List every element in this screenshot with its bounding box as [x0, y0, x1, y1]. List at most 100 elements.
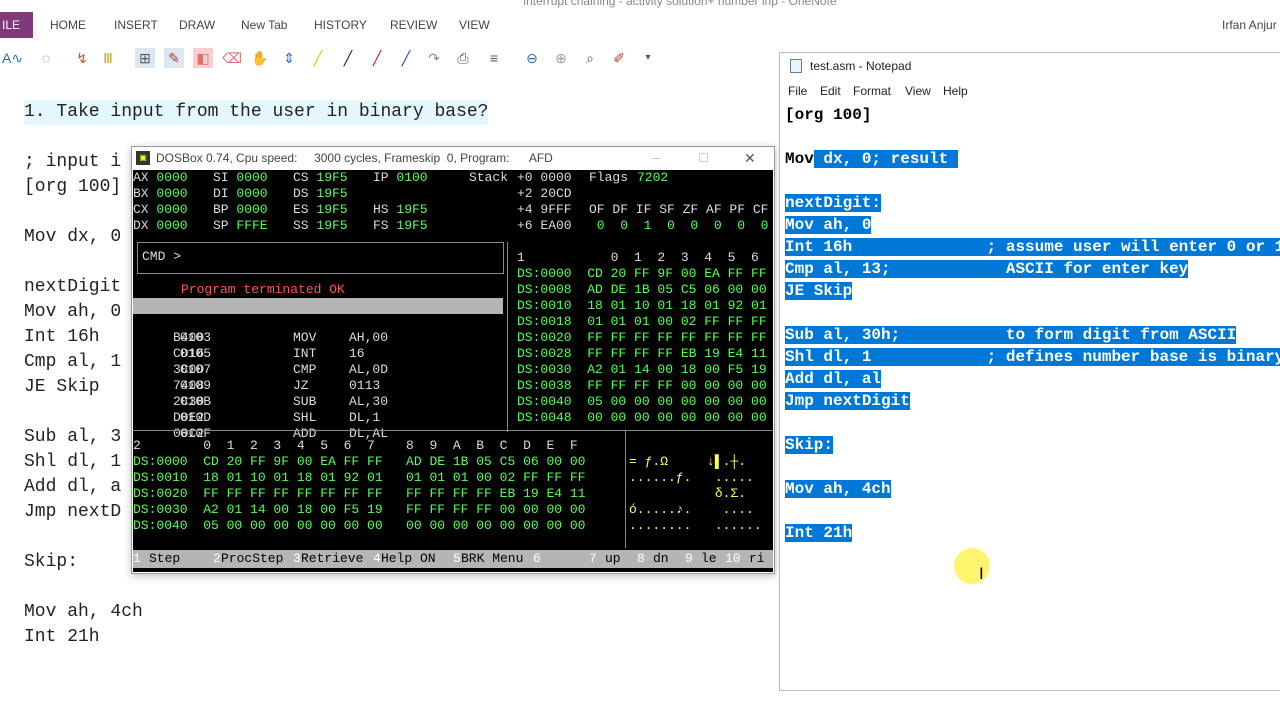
notepad-titlebar[interactable]: test.asm - Notepad [780, 53, 1280, 80]
note-line[interactable]: Mov dx, 0 [24, 225, 121, 250]
disasm-row[interactable]: 0109 7408 JZ 0113 [133, 362, 503, 393]
fkey-help[interactable]: Help ON [381, 551, 436, 566]
tab-insert[interactable]: INSERT [114, 12, 158, 38]
tab-view[interactable]: VIEW [459, 12, 490, 38]
dosbox-window[interactable]: ▣ DOSBox 0.74, Cpu speed: 3000 cycles, F… [131, 146, 775, 574]
note-line[interactable]: Shl dl, 1 [24, 450, 121, 475]
fkey-step[interactable]: Step [149, 551, 209, 566]
mem1-row[interactable]: DS:0018 01 01 01 00 02 FF FF FF [517, 314, 767, 330]
note-line[interactable]: [org 100] [24, 175, 121, 200]
disasm-row[interactable]: 0107 3C0D CMP AL,0D [133, 346, 503, 377]
tab-history[interactable]: HISTORY [314, 12, 367, 38]
eraser-small-icon[interactable]: ⌫ [222, 48, 242, 68]
mem1-row[interactable]: DS:0038 FF FF FF FF 00 00 00 00 [517, 378, 767, 394]
note-line[interactable]: Skip: [24, 550, 78, 575]
mem1-row[interactable]: DS:0040 05 00 00 00 00 00 00 00 [517, 394, 767, 410]
full-page-view-icon[interactable]: ⌕ [580, 48, 600, 68]
disasm-row[interactable]: 010B 2C30 SUB AL,30 [133, 378, 503, 409]
disasm-row[interactable]: 010D D0E2 SHL DL,1 [133, 394, 503, 425]
fkey-retrieve[interactable]: Retrieve [301, 551, 363, 566]
maximize-icon[interactable]: ☐ [698, 147, 709, 169]
menu-help[interactable]: Help [943, 84, 968, 98]
disasm-row[interactable]: 010F 00C2 ADD DL,AL [133, 410, 503, 441]
fkey-up[interactable]: up [605, 551, 621, 566]
note-line[interactable]: Jmp nextD [24, 500, 121, 525]
note-line[interactable]: Mov ah, 4ch [24, 600, 143, 625]
note-line[interactable]: Mov ah, 0 [24, 300, 121, 325]
fkey-ri[interactable]: ri [749, 551, 765, 566]
mem2-row[interactable]: DS:0010 18 01 10 01 18 01 92 01 01 01 01… [133, 470, 585, 486]
align-icon[interactable]: ≡ [484, 48, 504, 68]
note-question[interactable]: 1. Take input from the user in binary ba… [24, 100, 489, 125]
note-line[interactable]: ; input i [24, 150, 121, 175]
close-icon[interactable]: ✕ [744, 147, 756, 169]
tab-home[interactable]: HOME [50, 12, 86, 38]
ink-to-shape-icon[interactable]: ↯ [72, 48, 92, 68]
redo-icon[interactable]: ↷ [424, 48, 444, 68]
mem2-row[interactable]: DS:0030 A2 01 14 00 18 00 F5 19 FF FF FF… [133, 502, 585, 518]
notepad-app-icon [790, 59, 802, 73]
ascii-row: = ƒ.Ω ↓▌.┼. [629, 454, 747, 469]
forward-icon[interactable]: ⊕ [551, 48, 571, 68]
menu-format[interactable]: Format [853, 84, 891, 98]
lasso-select-icon[interactable]: ◌ [36, 48, 56, 68]
disasm-row[interactable]: 0103 B400 MOV AH,00 [133, 314, 503, 345]
print-icon[interactable]: ⎙ [453, 48, 473, 68]
pane-divider [133, 430, 773, 431]
cmd-prompt[interactable]: CMD > [142, 249, 181, 265]
tab-draw[interactable]: DRAW [179, 12, 215, 38]
insert-space-icon[interactable]: ⇕ [279, 48, 299, 68]
mem1-row[interactable]: DS:0028 FF FF FF FF EB 19 E4 11 [517, 346, 767, 362]
menu-file[interactable]: File [788, 84, 807, 98]
code-line: Jmp nextDigit [785, 392, 910, 410]
fkey-le[interactable]: le [701, 551, 717, 566]
disasm-row[interactable]: 0100 BA0000 MOV DX,0000 [133, 298, 503, 329]
eraser-icon[interactable]: ◧ [193, 48, 213, 68]
code-line: Cmp al, 13; ASCII for enter key [785, 260, 1189, 278]
menu-view[interactable]: View [905, 84, 931, 98]
pen-black-icon[interactable]: ╱ [338, 48, 358, 68]
notepad-editor[interactable]: [org 100] Mov dx, 0; result nextDigit: M… [780, 102, 1280, 690]
type-text-icon[interactable]: A∿ [2, 48, 23, 68]
fkey-procstep[interactable]: ProcStep [221, 551, 283, 566]
mem1-row[interactable]: DS:0000 CD 20 FF 9F 00 EA FF FF [517, 266, 767, 282]
highlighter-yellow-icon[interactable]: ╱ [308, 48, 328, 68]
minimize-icon[interactable]: ─ [652, 147, 661, 169]
mem1-row[interactable]: DS:0008 AD DE 1B 05 C5 06 00 00 [517, 282, 767, 298]
pan-hand-icon[interactable]: ✋ [250, 48, 270, 68]
note-line[interactable]: Add dl, a [24, 475, 121, 500]
menu-edit[interactable]: Edit [820, 84, 841, 98]
note-line[interactable]: Cmp al, 1 [24, 350, 121, 375]
note-line[interactable]: nextDigit [24, 275, 121, 300]
mem2-row[interactable]: DS:0040 05 00 00 00 00 00 00 00 00 00 00… [133, 518, 585, 534]
fkey-brk-menu[interactable]: BRK Menu [461, 551, 523, 566]
ink-to-text-button-icon[interactable]: ⊞ [135, 48, 155, 68]
note-line[interactable]: Int 21h [24, 625, 100, 650]
fkey-dn[interactable]: dn [653, 551, 669, 566]
cmd-pane[interactable]: CMD > [137, 242, 504, 274]
note-line[interactable]: Int 16h [24, 325, 100, 350]
user-name[interactable]: Irfan Anjur [1222, 12, 1277, 38]
ink-to-text-icon[interactable]: Ⅲ [98, 48, 118, 68]
note-line[interactable]: Sub al, 3 [24, 425, 121, 450]
mem2-row[interactable]: DS:0020 FF FF FF FF FF FF FF FF FF FF FF… [133, 486, 585, 502]
disasm-row[interactable]: 0105 CD16 INT 16 [133, 330, 503, 361]
pen-menu-icon[interactable]: ✐ [609, 48, 629, 68]
ink-to-math-icon[interactable]: ✎ [164, 48, 184, 68]
notepad-window[interactable]: test.asm - Notepad File Edit Format View… [779, 52, 1280, 691]
mem2-row[interactable]: DS:0000 CD 20 FF 9F 00 EA FF FF AD DE 1B… [133, 454, 585, 470]
note-line[interactable]: JE Skip [24, 375, 100, 400]
pen-red-icon[interactable]: ╱ [367, 48, 387, 68]
debugger-screen[interactable]: AX 0000 BX 0000 CX 0000 DX 0000 SI 0000 … [133, 170, 773, 572]
dosbox-titlebar[interactable]: ▣ DOSBox 0.74, Cpu speed: 3000 cycles, F… [132, 147, 774, 169]
mem1-row[interactable]: DS:0048 00 00 00 00 00 00 00 00 [517, 410, 767, 426]
back-icon[interactable]: ⊖ [522, 48, 542, 68]
more-tools-icon[interactable]: ▾ [638, 48, 658, 68]
tab-new[interactable]: New Tab [241, 12, 287, 38]
pen-blue-icon[interactable]: ╱ [396, 48, 416, 68]
mem1-row[interactable]: DS:0030 A2 01 14 00 18 00 F5 19 [517, 362, 767, 378]
tab-file[interactable]: ILE [0, 12, 33, 38]
tab-review[interactable]: REVIEW [390, 12, 437, 38]
mem1-row[interactable]: DS:0010 18 01 10 01 18 01 92 01 [517, 298, 767, 314]
mem1-row[interactable]: DS:0020 FF FF FF FF FF FF FF FF [517, 330, 767, 346]
